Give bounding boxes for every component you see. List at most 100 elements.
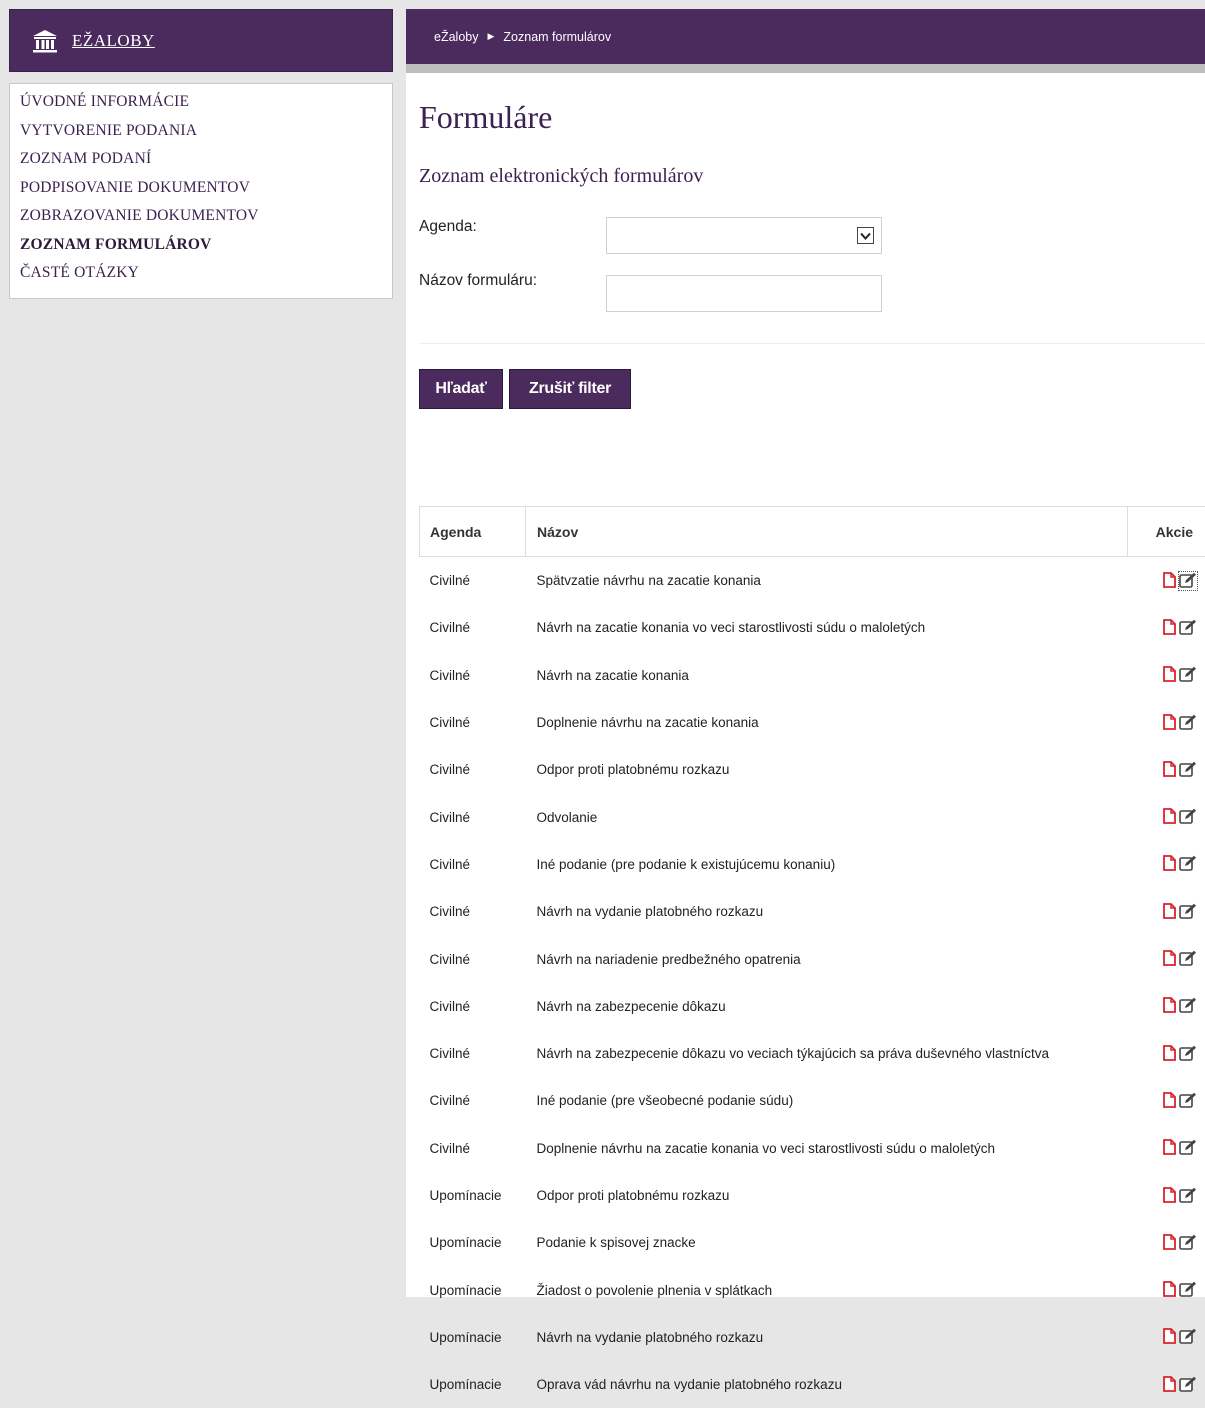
edit-form-icon[interactable]: [1179, 1092, 1197, 1110]
cell-akcie: [1128, 1314, 1205, 1361]
pdf-document-icon[interactable]: [1159, 1376, 1177, 1394]
cell-agenda: Upomínacie: [420, 1172, 526, 1219]
cell-agenda: Upomínacie: [420, 1314, 526, 1361]
main-content: eŽaloby ▶ Zoznam formulárov Formuláre Zo…: [406, 9, 1205, 1297]
pdf-document-icon[interactable]: [1159, 1328, 1177, 1346]
edit-form-icon[interactable]: [1179, 1234, 1197, 1252]
edit-form-icon[interactable]: [1179, 1328, 1197, 1346]
column-header-agenda[interactable]: Agenda: [420, 507, 526, 557]
pdf-document-icon[interactable]: [1159, 1281, 1177, 1299]
cell-akcie: [1128, 699, 1205, 746]
pdf-document-icon[interactable]: [1159, 1234, 1177, 1252]
edit-form-icon[interactable]: [1179, 808, 1197, 826]
table-row: CivilnéOdvolanie: [420, 793, 1205, 840]
column-header-akcie: Akcie: [1128, 507, 1205, 557]
cell-nazov: Návrh na vydanie platobného rozkazu: [526, 1314, 1128, 1361]
cell-akcie: [1128, 652, 1205, 699]
chevron-down-icon[interactable]: [857, 227, 874, 244]
brand-link[interactable]: EŽALOBY: [72, 31, 155, 51]
cell-akcie: [1128, 1219, 1205, 1266]
table-row: CivilnéIné podanie (pre všeobecné podani…: [420, 1077, 1205, 1124]
cell-agenda: Civilné: [420, 557, 526, 605]
cell-nazov: Spätvzatie návrhu na zacatie konania: [526, 557, 1128, 605]
cell-agenda: Civilné: [420, 888, 526, 935]
edit-form-icon[interactable]: [1179, 997, 1197, 1015]
pdf-document-icon[interactable]: [1159, 1045, 1177, 1063]
cell-agenda: Civilné: [420, 1030, 526, 1077]
edit-form-icon[interactable]: [1179, 855, 1197, 873]
table-row: CivilnéOdpor proti platobnému rozkazu: [420, 746, 1205, 793]
pdf-document-icon[interactable]: [1159, 808, 1177, 826]
pdf-document-icon[interactable]: [1159, 666, 1177, 684]
edit-form-icon[interactable]: [1179, 1045, 1197, 1063]
cell-nazov: Návrh na zabezpecenie dôkazu vo veciach …: [526, 1030, 1128, 1077]
brand-header: EŽALOBY: [9, 9, 393, 72]
table-row: CivilnéNávrh na nariadenie predbežného o…: [420, 935, 1205, 982]
cell-agenda: Upomínacie: [420, 1219, 526, 1266]
table-row: CivilnéIné podanie (pre podanie k existu…: [420, 841, 1205, 888]
agenda-select[interactable]: [606, 217, 882, 254]
section-title: Zoznam elektronických formulárov: [419, 165, 703, 188]
table-row: CivilnéDoplnenie návrhu na zacatie konan…: [420, 699, 1205, 746]
cell-akcie: [1128, 841, 1205, 888]
edit-form-icon[interactable]: [1179, 1376, 1197, 1394]
cell-nazov: Doplnenie návrhu na zacatie konania: [526, 699, 1128, 746]
cancel-filter-button[interactable]: Zrušiť filter: [509, 369, 631, 409]
pdf-document-icon[interactable]: [1159, 855, 1177, 873]
edit-form-icon[interactable]: [1179, 619, 1197, 637]
edit-form-icon[interactable]: [1179, 1187, 1197, 1205]
pdf-document-icon[interactable]: [1159, 950, 1177, 968]
edit-form-icon[interactable]: [1179, 572, 1197, 590]
edit-form-icon[interactable]: [1179, 1139, 1197, 1157]
cell-agenda: Civilné: [420, 793, 526, 840]
cell-nazov: Návrh na zacatie konania vo veci starost…: [526, 604, 1128, 651]
pdf-document-icon[interactable]: [1159, 1187, 1177, 1205]
edit-form-icon[interactable]: [1179, 666, 1197, 684]
table-row: UpomínacieŽiadost o povolenie plnenia v …: [420, 1266, 1205, 1313]
table-row: CivilnéSpätvzatie návrhu na zacatie kona…: [420, 557, 1205, 605]
cell-agenda: Civilné: [420, 1077, 526, 1124]
cell-nazov: Iné podanie (pre všeobecné podanie súdu): [526, 1077, 1128, 1124]
pdf-document-icon[interactable]: [1159, 572, 1177, 590]
table-row: UpomínaciePodanie k spisovej znacke: [420, 1219, 1205, 1266]
edit-form-icon[interactable]: [1179, 1281, 1197, 1299]
pdf-document-icon[interactable]: [1159, 619, 1177, 637]
side-navigation: ÚVODNÉ INFORMÁCIE VYTVORENIE PODANIA ZOZ…: [9, 83, 393, 299]
table-row: CivilnéNávrh na zacatie konania vo veci …: [420, 604, 1205, 651]
search-button[interactable]: Hľadať: [419, 369, 503, 409]
breadcrumb: eŽaloby ▶ Zoznam formulárov: [406, 9, 1205, 73]
breadcrumb-root[interactable]: eŽaloby: [434, 30, 478, 44]
pdf-document-icon[interactable]: [1159, 903, 1177, 921]
cell-akcie: [1128, 1030, 1205, 1077]
cell-akcie: [1128, 1266, 1205, 1313]
table-row: CivilnéNávrh na zacatie konania: [420, 652, 1205, 699]
pdf-document-icon[interactable]: [1159, 714, 1177, 732]
pdf-document-icon[interactable]: [1159, 997, 1177, 1015]
pdf-document-icon[interactable]: [1159, 761, 1177, 779]
table-header-row: Agenda Názov Akcie: [420, 507, 1205, 557]
cell-akcie: [1128, 1077, 1205, 1124]
nazov-formularu-input[interactable]: [606, 275, 882, 312]
column-header-nazov[interactable]: Názov: [526, 507, 1128, 557]
page-title: Formuláre: [419, 99, 552, 136]
cell-akcie: [1128, 746, 1205, 793]
pdf-document-icon[interactable]: [1159, 1092, 1177, 1110]
pdf-document-icon[interactable]: [1159, 1139, 1177, 1157]
cell-nazov: Odpor proti platobnému rozkazu: [526, 746, 1128, 793]
cell-akcie: [1128, 935, 1205, 982]
cell-agenda: Upomínacie: [420, 1361, 526, 1408]
cell-nazov: Oprava vád návrhu na vydanie platobného …: [526, 1361, 1128, 1408]
cell-agenda: Civilné: [420, 1125, 526, 1172]
cell-nazov: Návrh na vydanie platobného rozkazu: [526, 888, 1128, 935]
cell-nazov: Návrh na zabezpecenie dôkazu: [526, 983, 1128, 1030]
forms-table: Agenda Názov Akcie CivilnéSpätvzatie náv…: [419, 506, 1205, 1408]
cell-agenda: Upomínacie: [420, 1266, 526, 1313]
table-row: UpomínacieOdpor proti platobnému rozkazu: [420, 1172, 1205, 1219]
breadcrumb-separator-icon: ▶: [487, 31, 494, 42]
edit-form-icon[interactable]: [1179, 950, 1197, 968]
courthouse-icon: [32, 29, 58, 53]
edit-form-icon[interactable]: [1179, 903, 1197, 921]
edit-form-icon[interactable]: [1179, 714, 1197, 732]
edit-form-icon[interactable]: [1179, 761, 1197, 779]
cell-agenda: Civilné: [420, 983, 526, 1030]
